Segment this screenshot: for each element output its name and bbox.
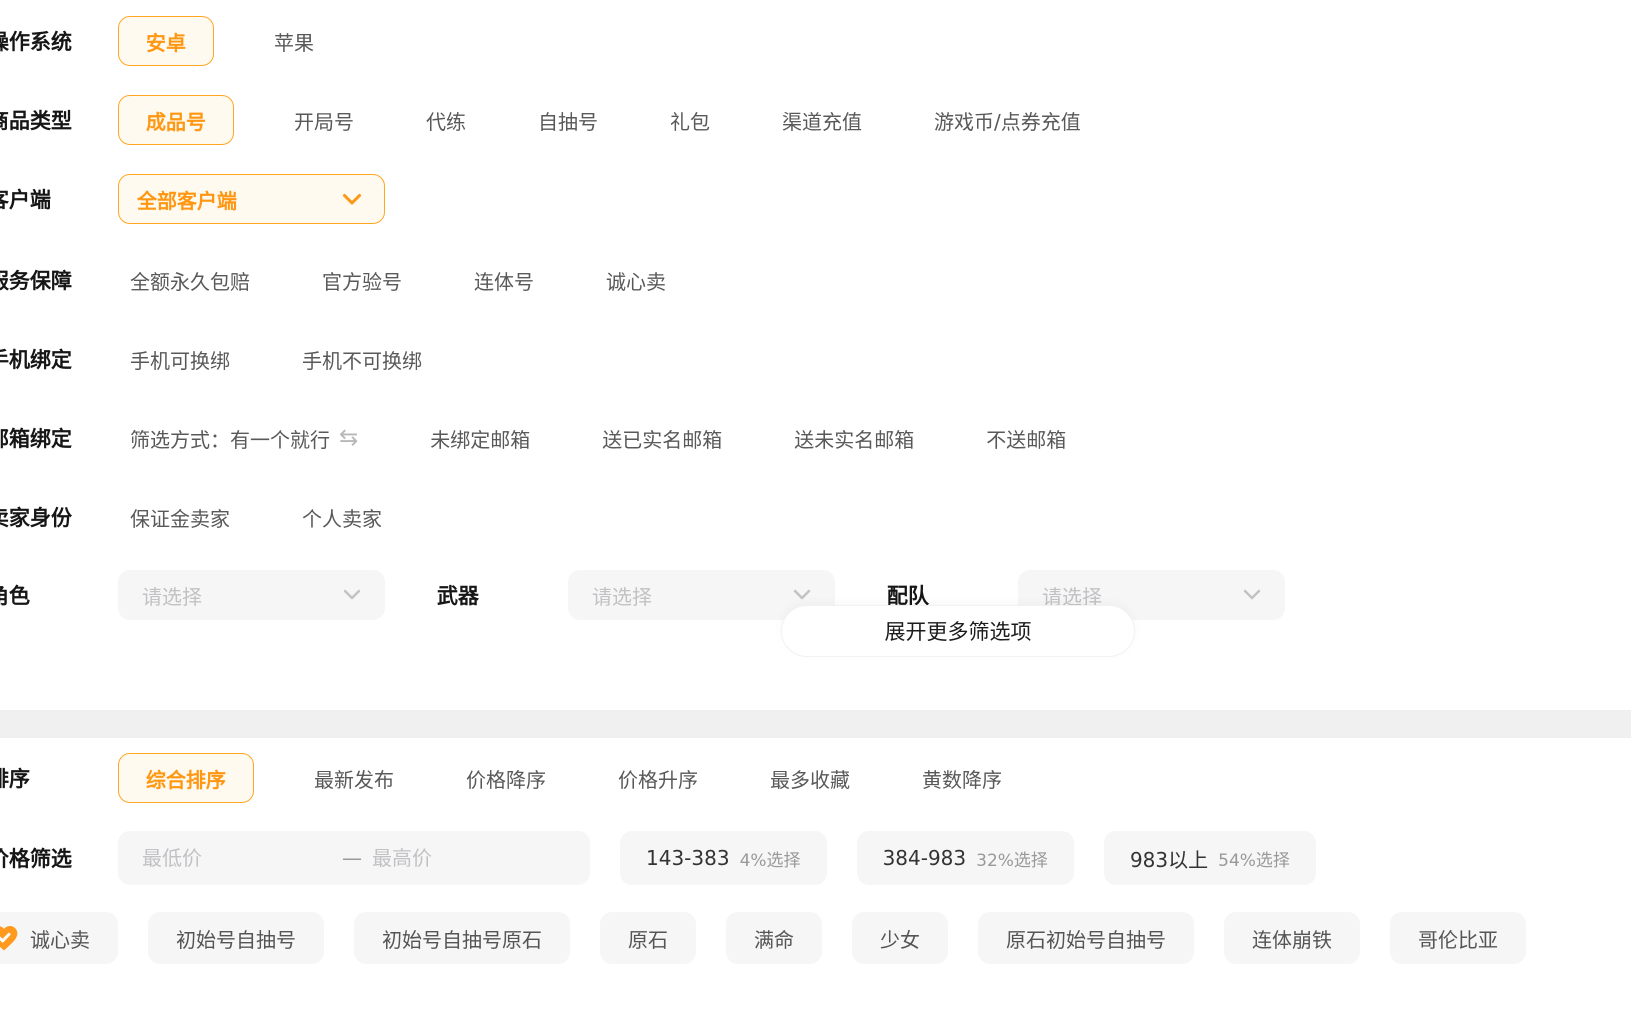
product-type-option[interactable]: 礼包 — [658, 106, 722, 135]
tag-item[interactable]: 连体崩铁 — [1224, 912, 1360, 964]
weapon-label: 武器 — [437, 580, 479, 610]
max-price-input[interactable] — [372, 846, 562, 870]
os-options: 安卓 苹果 — [118, 16, 326, 66]
sort-option-selected[interactable]: 综合排序 — [118, 753, 254, 803]
quick-tags-row: 诚心卖 初始号自抽号 初始号自抽号原石 原石 满命 少女 原石初始号自抽号 连体… — [0, 912, 1526, 964]
tag-item[interactable]: 初始号自抽号 — [148, 912, 324, 964]
chevron-down-icon — [793, 589, 811, 601]
product-type-option[interactable]: 代练 — [414, 106, 478, 135]
filter-row-phone: 手机绑定 手机可换绑 手机不可换绑 — [0, 334, 1631, 384]
tag-label: 诚心卖 — [30, 924, 90, 953]
product-type-row-label: 商品类型 — [0, 105, 72, 135]
price-range-chip[interactable]: 384-983 32%选择 — [857, 831, 1074, 885]
product-type-option[interactable]: 游戏币/点券充值 — [922, 106, 1093, 135]
seller-option[interactable]: 保证金卖家 — [118, 503, 242, 532]
client-dropdown-value: 全部客户端 — [137, 185, 237, 214]
chevron-down-icon — [343, 589, 361, 601]
seller-option[interactable]: 个人卖家 — [290, 503, 394, 532]
seller-options: 保证金卖家 个人卖家 — [118, 492, 394, 542]
phone-options: 手机可换绑 手机不可换绑 — [118, 334, 434, 384]
seller-row-label: 卖家身份 — [0, 502, 72, 532]
section-divider — [0, 710, 1631, 738]
price-range-percent: 54%选择 — [1218, 846, 1290, 871]
filter-row-seller: 卖家身份 保证金卖家 个人卖家 — [0, 492, 1631, 542]
phone-option[interactable]: 手机可换绑 — [118, 345, 242, 374]
tag-item[interactable]: 原石初始号自抽号 — [978, 912, 1194, 964]
filter-row-email: 邮箱绑定 筛选方式：有一个就行 ⇆ 未绑定邮箱 送已实名邮箱 送未实名邮箱 不送… — [0, 413, 1631, 463]
sort-option[interactable]: 价格降序 — [454, 764, 558, 793]
email-row-label: 邮箱绑定 — [0, 423, 72, 453]
service-option[interactable]: 全额永久包赔 — [118, 266, 262, 295]
chevron-down-icon — [342, 193, 362, 206]
client-dropdown[interactable]: 全部客户端 — [118, 174, 385, 224]
phone-option[interactable]: 手机不可换绑 — [290, 345, 434, 374]
price-range-value: 143-383 — [646, 846, 730, 870]
price-range-percent: 32%选择 — [976, 846, 1048, 871]
service-options: 全额永久包赔 官方验号 连体号 诚心卖 — [118, 255, 678, 305]
sort-option[interactable]: 黄数降序 — [910, 764, 1014, 793]
weapon-select-placeholder: 请选择 — [592, 581, 652, 610]
phone-row-label: 手机绑定 — [0, 344, 72, 374]
client-options: 全部客户端 — [118, 174, 385, 224]
sort-option[interactable]: 最多收藏 — [758, 764, 862, 793]
price-range-separator: — — [342, 846, 362, 870]
filter-row-product-type: 商品类型 成品号 开局号 代练 自抽号 礼包 渠道充值 游戏币/点券充值 — [0, 95, 1631, 145]
email-option[interactable]: 不送邮箱 — [974, 424, 1078, 453]
filter-row-client: 客户端 全部客户端 — [0, 174, 1631, 224]
sort-row: 排序 综合排序 最新发布 价格降序 价格升序 最多收藏 黄数降序 — [0, 753, 1631, 803]
filter-row-os: 操作系统 安卓 苹果 — [0, 16, 1631, 66]
min-price-input[interactable] — [142, 846, 332, 870]
service-option[interactable]: 诚心卖 — [594, 266, 678, 295]
os-option-apple[interactable]: 苹果 — [262, 27, 326, 56]
email-option[interactable]: 送已实名邮箱 — [590, 424, 734, 453]
filter-panel: 操作系统 安卓 苹果 商品类型 成品号 开局号 代练 自抽号 礼包 渠道充值 游… — [0, 0, 1631, 1017]
product-type-option[interactable]: 渠道充值 — [770, 106, 874, 135]
price-filter-row: 价格筛选 — 143-383 4%选择 384-983 32%选择 983以上 … — [0, 831, 1631, 885]
price-range-percent: 4%选择 — [740, 846, 801, 871]
filter-row-service: 服务保障 全额永久包赔 官方验号 连体号 诚心卖 — [0, 255, 1631, 305]
sort-options: 综合排序 最新发布 价格降序 价格升序 最多收藏 黄数降序 — [118, 753, 1014, 803]
swap-horizontal-icon: ⇆ — [339, 427, 358, 450]
price-range-value: 384-983 — [883, 846, 967, 870]
role-select-placeholder: 请选择 — [142, 581, 202, 610]
email-filter-mode-toggle[interactable]: 筛选方式：有一个就行 ⇆ — [118, 424, 370, 453]
service-row-label: 服务保障 — [0, 265, 72, 295]
service-option[interactable]: 连体号 — [462, 266, 546, 295]
os-option-android[interactable]: 安卓 — [118, 16, 214, 66]
role-select[interactable]: 请选择 — [118, 570, 385, 620]
product-type-option[interactable]: 自抽号 — [526, 106, 610, 135]
email-option[interactable]: 送未实名邮箱 — [782, 424, 926, 453]
tag-sincere-sell[interactable]: 诚心卖 — [0, 912, 118, 964]
price-controls: — 143-383 4%选择 384-983 32%选择 983以上 54%选择 — [118, 831, 1316, 885]
sort-row-label: 排序 — [0, 763, 30, 793]
expand-more-filters-button[interactable]: 展开更多筛选项 — [781, 605, 1135, 657]
tag-item[interactable]: 哥伦比亚 — [1390, 912, 1526, 964]
price-row-label: 价格筛选 — [0, 843, 72, 873]
price-range-value: 983以上 — [1130, 844, 1208, 873]
role-row-label: 角色 — [0, 580, 30, 610]
price-range-chip[interactable]: 143-383 4%选择 — [620, 831, 827, 885]
tag-item[interactable]: 初始号自抽号原石 — [354, 912, 570, 964]
os-row-label: 操作系统 — [0, 26, 72, 56]
sort-option[interactable]: 最新发布 — [302, 764, 406, 793]
email-filter-mode-text: 筛选方式：有一个就行 — [130, 424, 330, 453]
price-range-inputs: — — [118, 831, 590, 885]
product-type-options: 成品号 开局号 代练 自抽号 礼包 渠道充值 游戏币/点券充值 — [118, 95, 1093, 145]
product-type-option-selected[interactable]: 成品号 — [118, 95, 234, 145]
product-type-option[interactable]: 开局号 — [282, 106, 366, 135]
service-option[interactable]: 官方验号 — [310, 266, 414, 295]
tag-item[interactable]: 原石 — [600, 912, 696, 964]
email-options: 筛选方式：有一个就行 ⇆ 未绑定邮箱 送已实名邮箱 送未实名邮箱 不送邮箱 — [118, 413, 1078, 463]
client-row-label: 客户端 — [0, 184, 51, 214]
heart-check-icon — [0, 922, 20, 954]
email-option[interactable]: 未绑定邮箱 — [418, 424, 542, 453]
price-range-chip[interactable]: 983以上 54%选择 — [1104, 831, 1316, 885]
sort-option[interactable]: 价格升序 — [606, 764, 710, 793]
tag-item[interactable]: 满命 — [726, 912, 822, 964]
tag-item[interactable]: 少女 — [852, 912, 948, 964]
chevron-down-icon — [1243, 589, 1261, 601]
